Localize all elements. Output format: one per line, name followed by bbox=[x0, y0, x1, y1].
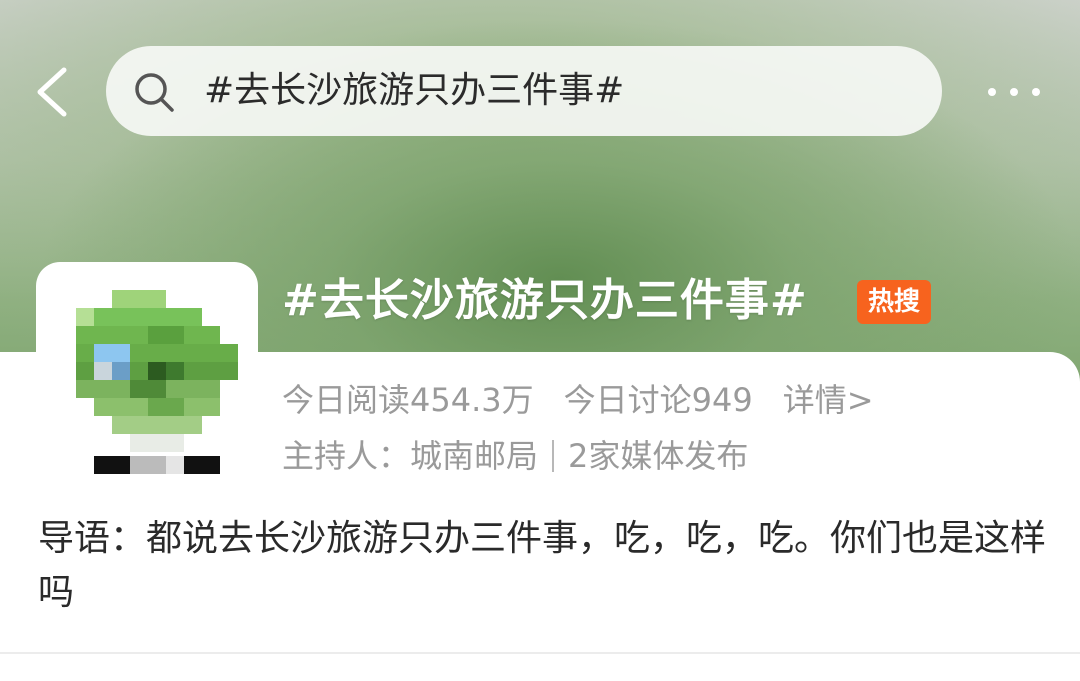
host-label[interactable]: 主持人：城南邮局 bbox=[282, 434, 538, 478]
avatar[interactable] bbox=[58, 284, 238, 474]
hot-search-badge: 热搜 bbox=[857, 280, 931, 324]
topic-intro: 导语：都说去长沙旅游只办三件事，吃，吃，吃。你们也是这样吗 bbox=[38, 518, 1047, 613]
media-count[interactable]: 2家媒体发布 bbox=[568, 434, 748, 478]
search-icon bbox=[132, 70, 176, 114]
topic-host-row: 主持人：城南邮局 2家媒体发布 bbox=[282, 434, 748, 478]
separator bbox=[552, 440, 555, 472]
topic-stats: 今日阅读454.3万 今日讨论949 详情> bbox=[282, 378, 904, 422]
back-icon[interactable] bbox=[30, 66, 74, 118]
discussion-count: 今日讨论949 bbox=[563, 381, 753, 419]
read-count: 今日阅读454.3万 bbox=[282, 381, 534, 419]
details-link[interactable]: 详情> bbox=[783, 378, 874, 422]
search-query-text[interactable]: #去长沙旅游只办三件事# bbox=[204, 68, 624, 114]
topic-title: #去长沙旅游只办三件事# bbox=[282, 275, 808, 326]
more-options-icon[interactable] bbox=[984, 82, 1048, 102]
search-bar[interactable]: #去长沙旅游只办三件事# bbox=[106, 46, 942, 136]
divider bbox=[0, 652, 1080, 654]
